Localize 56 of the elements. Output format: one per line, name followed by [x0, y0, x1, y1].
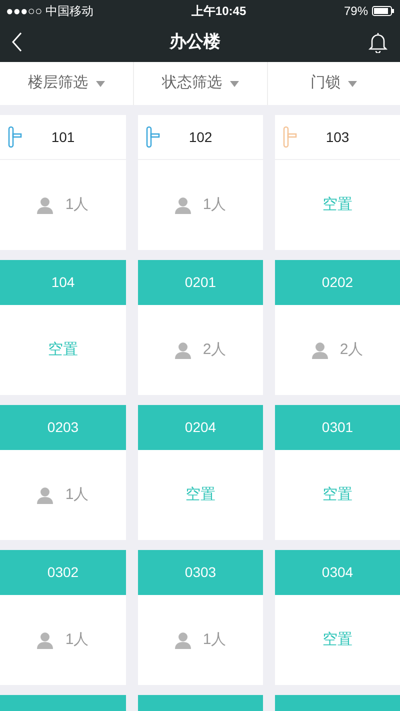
person-icon	[37, 486, 54, 504]
person-icon	[37, 632, 54, 648]
person-icon	[37, 196, 54, 214]
vacant-label: 空置	[322, 484, 352, 505]
caret-icon	[348, 80, 358, 86]
room-number: 0304	[322, 563, 354, 582]
caret-icon	[96, 80, 106, 86]
page-title: 办公楼	[170, 31, 220, 54]
room-number: 102	[188, 128, 212, 146]
room-number: 0302	[47, 563, 79, 582]
room-number: 0204	[184, 418, 216, 437]
bell-icon[interactable]	[368, 32, 388, 52]
battery-text: 79%	[344, 3, 368, 20]
filter-dropdown[interactable]: 状态筛选	[133, 62, 267, 105]
room-number: 104	[51, 273, 75, 292]
room-number: 101	[51, 128, 75, 146]
room-card[interactable]: 102 1人	[138, 115, 263, 250]
occupancy-count: 1人	[202, 194, 226, 215]
carrier-text: ●●●○○ 中国移动	[6, 3, 94, 20]
occupancy-count: 2人	[202, 340, 226, 360]
vacant-label: 空置	[322, 194, 352, 215]
room-card[interactable]: 0202 2人	[275, 260, 400, 395]
person-icon	[174, 632, 191, 648]
room-card[interactable]: 103 空置	[275, 115, 400, 250]
room-card[interactable]: 0303 1人	[138, 550, 263, 685]
room-card[interactable]: 0301 空置	[275, 405, 400, 540]
person-icon	[312, 342, 328, 358]
room-number: 0303	[184, 563, 216, 582]
room-number: 0202	[322, 273, 354, 292]
person-icon	[174, 196, 191, 214]
back-icon[interactable]	[12, 32, 22, 52]
occupancy-count: 1人	[65, 484, 89, 505]
vacant-label: 空置	[48, 340, 78, 360]
battery-icon	[372, 6, 394, 16]
room-card[interactable]: 0203 1人	[0, 405, 126, 540]
clock-text: 上午10:45	[191, 3, 246, 20]
occupancy-count: 1人	[65, 194, 89, 215]
vacant-label: 空置	[186, 484, 216, 505]
room-number: 0203	[47, 418, 79, 437]
caret-icon	[230, 80, 239, 86]
room-number: 0201	[184, 273, 216, 292]
room-number: 0301	[322, 418, 354, 437]
room-card[interactable]: 101 1人	[0, 115, 126, 250]
room-card[interactable]: 0201 2人	[138, 260, 263, 395]
person-icon	[174, 342, 191, 358]
occupancy-count: 2人	[340, 340, 364, 360]
room-card[interactable]: 104 空置	[0, 260, 126, 395]
occupancy-count: 1人	[202, 630, 226, 650]
room-card[interactable]: 0204 空置	[138, 405, 263, 540]
room-card[interactable]: 0302 1人	[0, 550, 126, 685]
room-number: 103	[326, 128, 350, 146]
filter-dropdown[interactable]: 楼层筛选	[0, 62, 134, 105]
room-card[interactable]: 0304 空置	[275, 550, 400, 685]
occupancy-count: 1人	[65, 630, 89, 650]
filter-dropdown[interactable]: 门锁	[266, 62, 400, 105]
vacant-label: 空置	[322, 630, 352, 650]
